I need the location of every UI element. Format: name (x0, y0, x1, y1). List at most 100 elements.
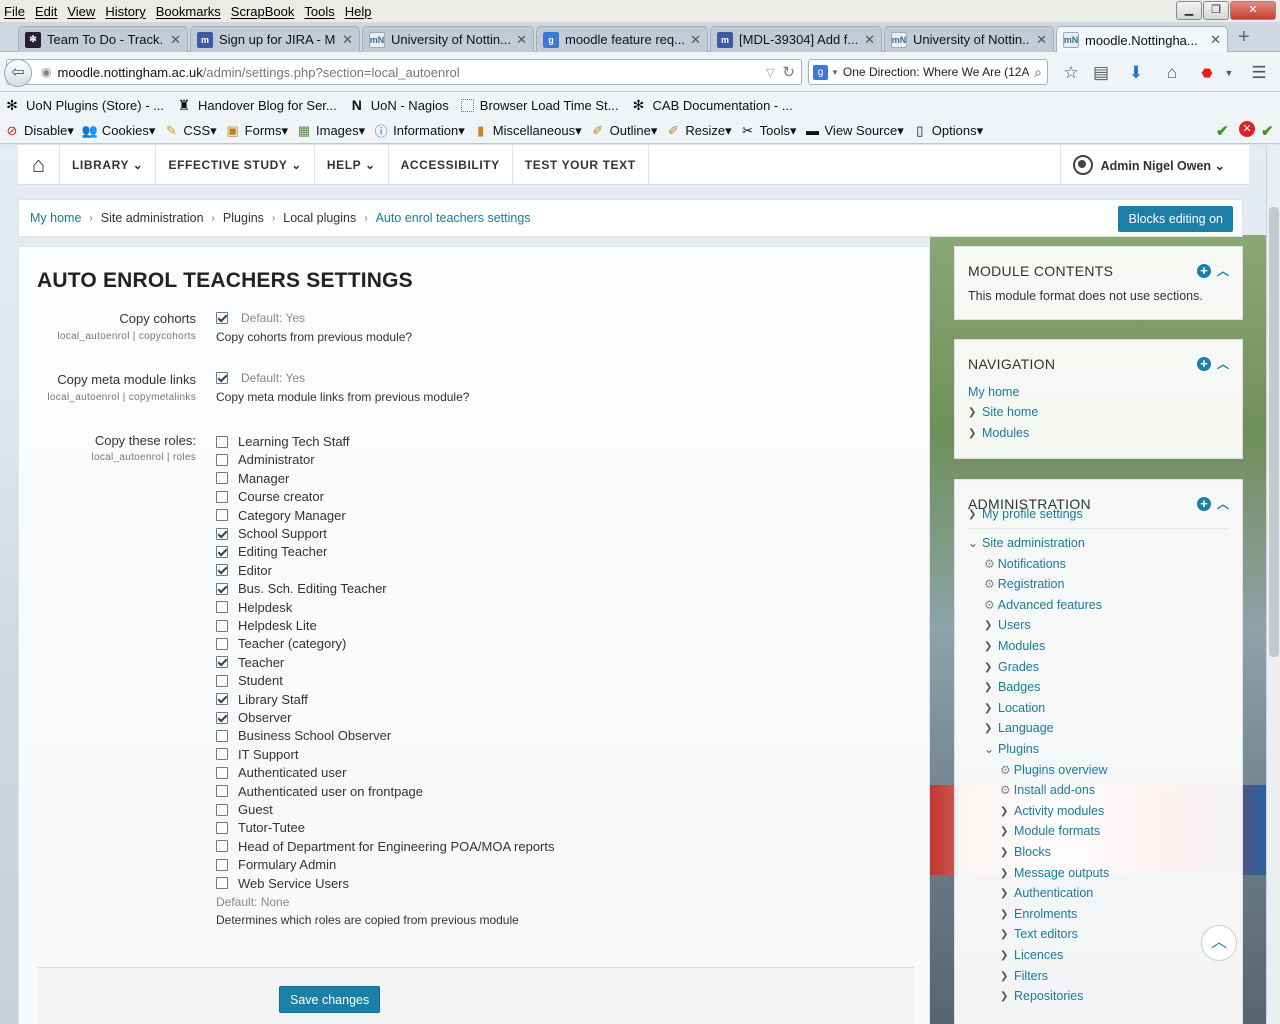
admin-item[interactable]: ⚙ Advanced features (984, 598, 1102, 612)
chevron-up-icon[interactable]: ︿ (1217, 262, 1229, 279)
role-checkbox[interactable] (216, 527, 228, 540)
role-option[interactable]: Learning Tech Staff (216, 434, 350, 449)
url-dropdown-icon[interactable]: ▽ (766, 66, 774, 79)
menu-tools[interactable]: Tools (300, 4, 338, 19)
role-checkbox[interactable] (216, 729, 228, 742)
dev-outline[interactable]: ✐ Outline▾ (590, 123, 657, 139)
admin-item[interactable]: ❯ Message outputs (1000, 866, 1109, 880)
scroll-to-top-icon[interactable]: ︿ (1201, 925, 1237, 961)
role-option[interactable]: Bus. Sch. Editing Teacher (216, 581, 387, 596)
restore-icon[interactable]: ❐ (1203, 1, 1229, 20)
nav-library[interactable]: LIBRARY ⌄ (60, 145, 157, 185)
role-checkbox[interactable] (216, 490, 228, 503)
browser-tab[interactable]: mN University of Nottin... ✕ (884, 26, 1054, 52)
admin-item[interactable]: ⌄ Plugins (984, 742, 1039, 756)
role-option[interactable]: Helpdesk Lite (216, 618, 317, 633)
role-checkbox[interactable] (216, 453, 228, 466)
bookmark-item[interactable]: Browser Load Time St... (460, 98, 619, 113)
adblock-icon[interactable]: ⬣ (1196, 62, 1218, 84)
save-changes-button[interactable]: Save changes (279, 986, 381, 1013)
role-option[interactable]: Editor (216, 563, 272, 578)
breadcrumb-site-administration[interactable]: Site administration (101, 211, 204, 225)
role-checkbox[interactable] (216, 877, 228, 890)
bookmark-star-icon[interactable]: ☆ (1060, 62, 1082, 84)
admin-item[interactable]: ❯ Location (984, 701, 1045, 715)
role-option[interactable]: Category Manager (216, 508, 346, 523)
role-option[interactable]: Editing Teacher (216, 544, 327, 559)
address-bar[interactable]: ◉ moodle.nottingham.ac.uk /admin/setting… (6, 59, 802, 85)
adblock-dropdown-icon[interactable]: ▼ (1218, 62, 1240, 84)
role-checkbox[interactable] (216, 509, 228, 522)
role-checkbox[interactable] (216, 619, 228, 632)
role-option[interactable]: Teacher (216, 655, 284, 670)
admin-item[interactable]: ❯ Text editors (1000, 927, 1078, 941)
dev-css[interactable]: ✎ CSS▾ (163, 123, 217, 139)
admin-item[interactable]: ❯ My profile settings (968, 507, 1083, 521)
role-checkbox[interactable] (216, 803, 228, 816)
dev-cookies[interactable]: 👥 Cookies▾ (82, 123, 156, 139)
role-checkbox[interactable] (216, 766, 228, 779)
admin-item[interactable]: ❯ Module formats (1000, 824, 1100, 838)
page-scrollbar[interactable] (1266, 145, 1280, 1024)
nav-modules[interactable]: ❯ Modules (968, 426, 1029, 440)
dev-images[interactable]: ▦ Images▾ (296, 123, 365, 139)
dev-forms[interactable]: ▣ Forms▾ (225, 123, 289, 139)
role-checkbox[interactable] (216, 693, 228, 706)
role-checkbox[interactable] (216, 748, 228, 761)
copy-meta-links-checkbox[interactable] (216, 372, 228, 384)
browser-tab[interactable]: g moodle feature req... ✕ (536, 26, 708, 52)
home-icon[interactable]: ⌂ (18, 145, 60, 185)
close-icon[interactable]: ✕ (1210, 32, 1221, 48)
browser-tab[interactable]: mN University of Nottin... ✕ (362, 26, 534, 52)
add-icon[interactable]: + (1196, 496, 1211, 511)
dev-tools[interactable]: ✂ Tools▾ (740, 123, 796, 139)
menu-bookmarks[interactable]: Bookmarks (152, 4, 225, 19)
role-option[interactable]: Student (216, 673, 283, 688)
role-option[interactable]: Authenticated user on frontpage (216, 784, 423, 799)
engine-dropdown-icon[interactable]: ▼ (831, 68, 839, 77)
role-option[interactable]: Helpdesk (216, 600, 292, 615)
browser-tab[interactable]: m [MDL-39304] Add f... ✕ (710, 26, 882, 52)
role-checkbox[interactable] (216, 711, 228, 724)
bookmark-item[interactable]: ✻ CAB Documentation - ... (631, 97, 793, 113)
role-checkbox[interactable] (216, 656, 228, 669)
nav-site-home[interactable]: ❯ Site home (968, 405, 1038, 419)
nav-my-home[interactable]: My home (968, 385, 1019, 399)
menu-view[interactable]: View (63, 4, 99, 19)
role-option[interactable]: Library Staff (216, 692, 308, 707)
search-icon[interactable]: ⌕ (1034, 64, 1042, 81)
home-icon[interactable]: ⌂ (1161, 62, 1183, 84)
dev-miscellaneous[interactable]: ▮ Miscellaneous▾ (473, 123, 581, 139)
role-checkbox[interactable] (216, 821, 228, 834)
admin-item[interactable]: ❯ Authentication (1000, 886, 1093, 900)
menu-edit[interactable]: Edit (31, 4, 61, 19)
admin-item[interactable]: ❯ Grades (984, 660, 1039, 674)
admin-item[interactable]: ⚙ Notifications (984, 557, 1066, 571)
nav-accessibility[interactable]: ACCESSIBILITY (389, 145, 513, 185)
admin-item[interactable]: ❯ Licences (1000, 948, 1063, 962)
role-option[interactable]: Web Service Users (216, 876, 349, 891)
role-option[interactable]: Business School Observer (216, 728, 391, 743)
breadcrumb-local-plugins[interactable]: Local plugins (283, 211, 356, 225)
admin-item[interactable]: ❯ Repositories (1000, 989, 1083, 1003)
search-input[interactable]: g ▼ One Direction: Where We Are (12A) ⌕ (808, 59, 1048, 85)
role-option[interactable]: Administrator (216, 452, 315, 467)
role-checkbox[interactable] (216, 637, 228, 650)
user-menu[interactable]: Admin Nigel Owen ⌄ (1059, 145, 1237, 185)
admin-item[interactable]: ⚙ Install add-ons (1000, 783, 1095, 797)
role-option[interactable]: Observer (216, 710, 291, 725)
admin-item[interactable]: ❯ Language (984, 721, 1054, 735)
role-checkbox[interactable] (216, 840, 228, 853)
blocks-editing-button[interactable]: Blocks editing on (1118, 206, 1233, 232)
role-option[interactable]: Formulary Admin (216, 857, 336, 872)
add-icon[interactable]: + (1196, 356, 1211, 371)
bookmark-item[interactable]: ♜ Handover Blog for Ser... (176, 97, 337, 113)
breadcrumb-plugins[interactable]: Plugins (223, 211, 264, 225)
menu-file[interactable]: File (0, 4, 29, 19)
close-icon[interactable]: ✕ (170, 32, 181, 48)
close-window-icon[interactable]: ✕ (1230, 1, 1276, 20)
admin-item[interactable]: ⚙ Registration (984, 577, 1064, 591)
role-option[interactable]: Head of Department for Engineering POA/M… (216, 839, 555, 854)
role-option[interactable]: Guest (216, 802, 273, 817)
check-icon[interactable]: ✔ (1261, 122, 1274, 140)
